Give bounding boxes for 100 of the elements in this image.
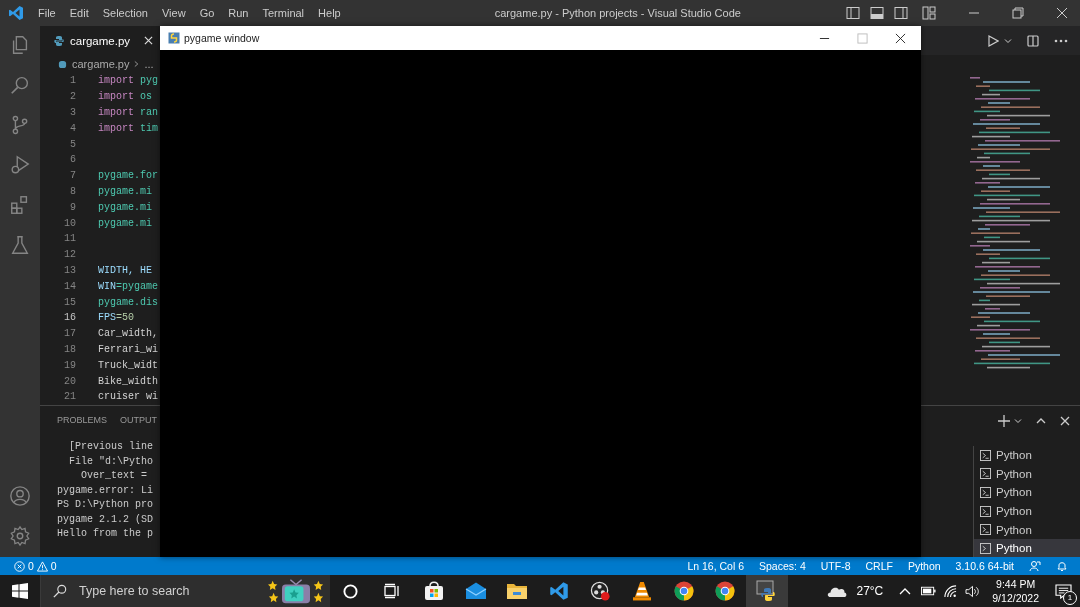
restore-icon[interactable] <box>1012 7 1024 19</box>
windows-start-icon[interactable] <box>12 583 28 599</box>
tv-stars-icon[interactable] <box>268 577 324 605</box>
shopping-bag-icon <box>424 581 444 601</box>
breadcrumb-item[interactable]: cargame.py <box>72 58 130 70</box>
panel-layout-icon[interactable] <box>870 6 884 20</box>
terminal-icon <box>980 524 991 536</box>
menu-item[interactable]: Terminal <box>262 7 305 19</box>
terminal-session[interactable]: Python <box>974 464 1080 484</box>
status-item[interactable]: CRLF <box>865 560 893 572</box>
run-icon[interactable] <box>987 34 999 47</box>
code-line: WIDTH, HE <box>98 264 152 276</box>
close-icon[interactable] <box>895 32 906 44</box>
line-number: 11 <box>63 233 76 245</box>
status-item[interactable]: Ln 16, Col 6 <box>687 560 745 572</box>
split-layout-icon[interactable] <box>894 6 908 20</box>
terminal-line: pygame.error: Li <box>57 483 154 498</box>
feedback-icon[interactable] <box>1029 560 1041 572</box>
search-icon <box>53 584 67 598</box>
python-file-icon <box>58 59 67 69</box>
line-number: 14 <box>63 280 76 292</box>
task-view-icon <box>384 583 401 599</box>
terminal-session[interactable]: Python <box>974 483 1080 502</box>
terminal-session[interactable]: Python <box>974 501 1080 521</box>
line-number: 16 <box>63 312 76 324</box>
window-title: cargame.py - Python projects - Visual Studio Code <box>494 7 741 19</box>
code-line: cruiser wi <box>98 391 158 403</box>
chrome-logo-icon <box>673 581 694 601</box>
terminal-icon <box>980 542 991 554</box>
status-item[interactable]: Python <box>907 560 941 572</box>
grid-layout-icon[interactable] <box>922 6 936 20</box>
terminal-session[interactable]: Python <box>974 538 1080 558</box>
folder-icon <box>506 582 529 600</box>
code-line: pygame.dis <box>98 296 158 308</box>
status-item[interactable]: 3.10.6 64-bit <box>955 560 1014 572</box>
line-number: 18 <box>63 343 76 355</box>
caret-icon[interactable] <box>1014 417 1022 425</box>
line-number: 20 <box>63 375 76 387</box>
line-number: 9 <box>69 201 76 213</box>
chevron-right-icon <box>134 60 140 68</box>
taskbar-search-bar[interactable]: Type here to search <box>40 575 330 607</box>
chevron-up-icon[interactable] <box>899 587 912 595</box>
search-field[interactable]: Type here to search <box>77 583 268 599</box>
code-line: import tim <box>98 122 159 134</box>
terminal-icon <box>980 505 991 517</box>
menu-item[interactable]: Help <box>318 7 341 19</box>
sidebar-layout-icon[interactable] <box>846 6 860 20</box>
terminal-session[interactable]: Python <box>974 520 1080 539</box>
vscode-logo-icon <box>548 581 569 601</box>
code-line: Ferrari_wi <box>98 343 158 355</box>
settings-icon[interactable] <box>9 525 31 547</box>
split-editor-icon[interactable] <box>1027 34 1039 47</box>
account-icon[interactable] <box>9 485 31 507</box>
python-taskbar-button[interactable] <box>745 575 788 607</box>
code-line: pygame.mi <box>98 217 152 229</box>
maximize-icon <box>857 32 868 44</box>
search-icon[interactable] <box>9 74 31 96</box>
wifi-icon[interactable] <box>944 584 958 598</box>
terminal-line: [Previous line <box>68 440 154 454</box>
panel-tab[interactable]: PROBLEMS <box>57 414 107 428</box>
caret-icon[interactable] <box>1004 36 1012 45</box>
temperature[interactable]: 27°C <box>856 584 884 598</box>
terminal-line: Hello from the p <box>57 527 154 541</box>
terminal-line: pygame 2.1.2 (SD <box>57 512 154 527</box>
bell-icon[interactable] <box>1056 560 1068 572</box>
terminal-icon <box>980 487 991 498</box>
plus-icon[interactable] <box>998 415 1010 427</box>
menu-item[interactable]: File <box>38 7 56 19</box>
chrome-logo-icon <box>715 581 736 601</box>
warning-icon <box>36 560 48 572</box>
clock-date[interactable]: 9/12/2022 <box>992 591 1039 605</box>
notification-icon[interactable] <box>1055 583 1072 599</box>
terminal-icon <box>980 468 991 480</box>
terminal-line: PS D:\Python pro <box>57 498 154 512</box>
run-debug-icon[interactable] <box>9 154 31 176</box>
panel-tab[interactable]: OUTPUT <box>120 414 157 428</box>
flask-icon[interactable] <box>9 234 31 256</box>
menu-item[interactable]: View <box>161 7 186 19</box>
menu-item[interactable]: Go <box>199 7 215 19</box>
terminal-line: File "d:\Pytho <box>68 454 154 469</box>
more-icon[interactable] <box>1054 38 1068 43</box>
status-item[interactable]: Spaces: 4 <box>759 560 806 572</box>
code-line: pygame.mi <box>98 185 152 197</box>
line-number: 7 <box>69 170 76 182</box>
breadcrumb-item[interactable]: ... <box>144 58 154 70</box>
speaker-icon[interactable] <box>965 584 981 598</box>
chevron-up-icon[interactable] <box>1036 416 1046 426</box>
menu-item[interactable]: Selection <box>102 7 148 19</box>
battery-icon[interactable] <box>921 586 937 596</box>
menu-item[interactable]: Edit <box>69 7 89 19</box>
clock-time[interactable]: 9:44 PM <box>996 577 1036 591</box>
status-item[interactable]: UTF-8 <box>820 560 851 572</box>
code-line: import ran <box>98 107 159 118</box>
terminal-session[interactable]: Python <box>974 446 1080 465</box>
code-line: Bike_width <box>98 375 158 387</box>
line-number: 1 <box>69 75 76 87</box>
menu-item[interactable]: Run <box>228 7 249 19</box>
code-line: FPS=50 <box>98 312 135 324</box>
code-line: pygame.mi <box>98 201 152 213</box>
problems-status[interactable]: 0 0 <box>0 560 65 572</box>
